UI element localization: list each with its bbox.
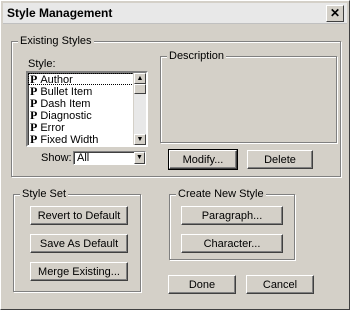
paragraph-button[interactable]: Paragraph... [181, 206, 283, 225]
create-new-style-label: Create New Style [176, 188, 266, 200]
scroll-thumb[interactable] [134, 84, 146, 94]
list-item[interactable]: P Fixed Width [28, 133, 146, 145]
revert-to-default-button[interactable]: Revert to Default [30, 206, 128, 225]
description-label: Description [167, 50, 227, 62]
cancel-button[interactable]: Cancel [246, 275, 314, 294]
style-management-dialog: Style Management ✕ Existing Styles Style… [0, 0, 350, 310]
style-label: Style: [28, 58, 56, 70]
show-select-value: All [77, 152, 90, 164]
paragraph-style-icon: P [30, 132, 38, 146]
show-select[interactable]: All ▼ [73, 151, 146, 165]
modify-button[interactable]: Modify... [168, 149, 238, 170]
list-item[interactable]: P Author [28, 73, 146, 86]
show-label: Show: [41, 152, 72, 164]
close-icon[interactable]: ✕ [326, 5, 344, 22]
description-group: Description [160, 50, 337, 143]
delete-button[interactable]: Delete [247, 150, 313, 169]
list-item-label: Fixed Width [40, 134, 99, 146]
merge-existing-button[interactable]: Merge Existing... [30, 262, 128, 281]
title-bar[interactable]: Style Management ✕ [3, 3, 347, 24]
style-set-label: Style Set [20, 188, 69, 200]
style-list[interactable]: P Author P Bullet Item P Dash Item P Diagnos… [26, 71, 148, 147]
list-item[interactable]: P Dash Item [28, 97, 146, 110]
scroll-up-icon[interactable]: ▲ [134, 73, 146, 84]
dialog-title: Style Management [7, 6, 113, 20]
list-scrollbar[interactable]: ▲ ▼ [133, 73, 146, 145]
list-item[interactable]: P Bullet Item [28, 85, 146, 98]
chevron-down-icon[interactable]: ▼ [134, 152, 145, 164]
list-item[interactable]: P Diagnostic [28, 109, 146, 122]
character-button[interactable]: Character... [181, 234, 283, 253]
list-item[interactable]: P Error [28, 121, 146, 134]
scroll-down-icon[interactable]: ▼ [134, 134, 146, 145]
existing-styles-label: Existing Styles [18, 35, 94, 47]
done-button[interactable]: Done [168, 275, 236, 294]
save-as-default-button[interactable]: Save As Default [30, 234, 128, 253]
